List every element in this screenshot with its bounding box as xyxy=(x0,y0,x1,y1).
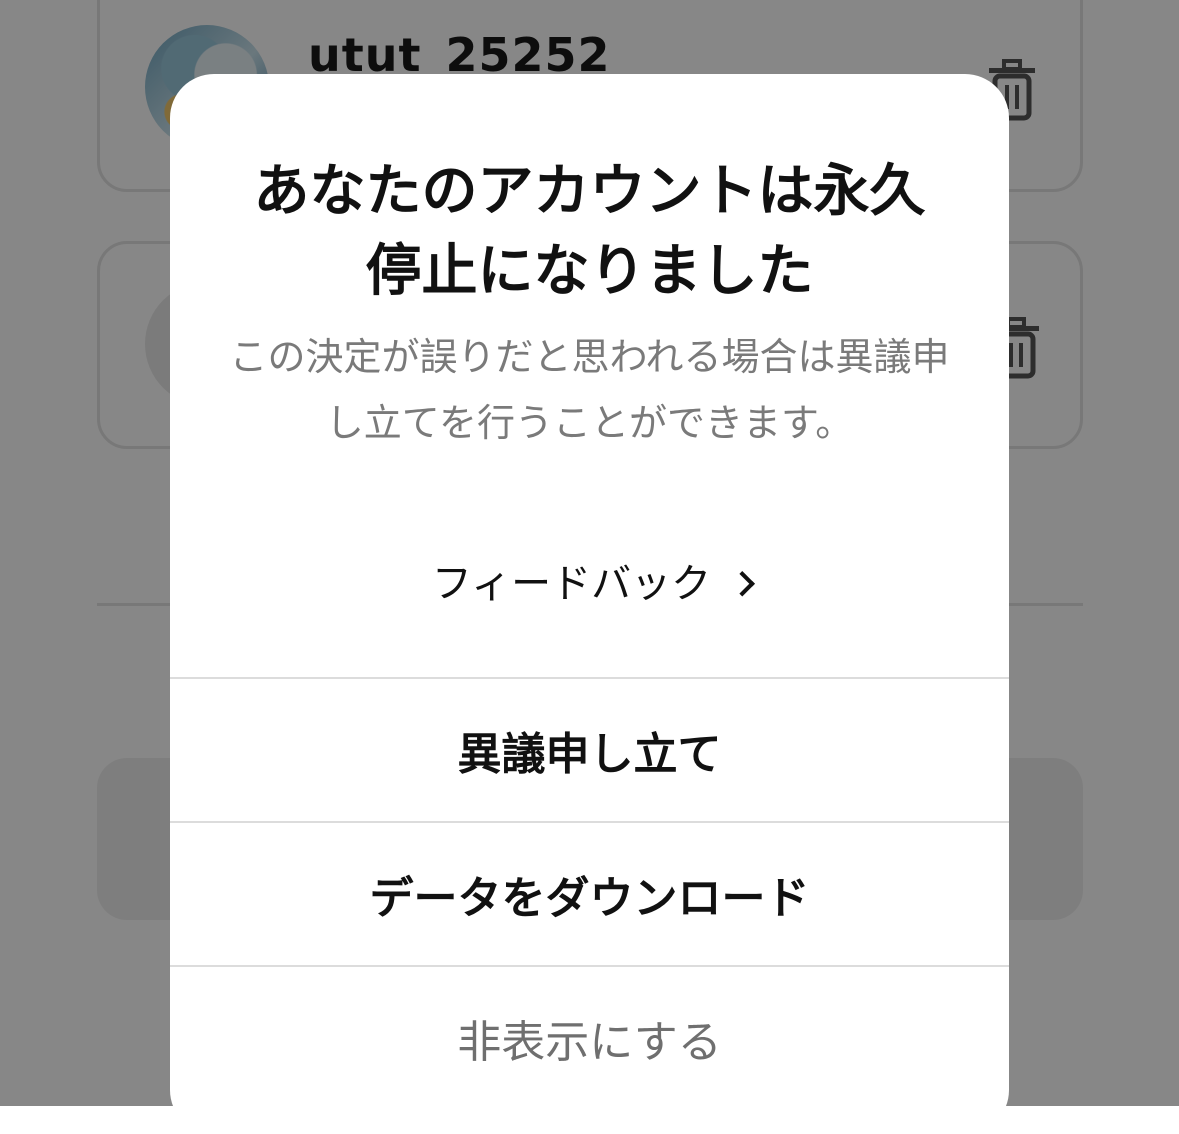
chevron-right-icon xyxy=(729,571,756,597)
dialog-message: この決定が誤りだと思われる場合は異議申し立てを行うことができます。 xyxy=(229,335,950,445)
download-data-button[interactable]: データをダウンロード xyxy=(170,821,1009,964)
hide-button[interactable]: 非表示にする xyxy=(170,965,1009,1108)
appeal-button[interactable]: 異議申し立て xyxy=(170,677,1009,820)
suspension-dialog: あなたのアカウントは永久停止になりました この決定が誤りだと思われる場合は異議申… xyxy=(170,74,1009,1134)
feedback-label: フィードバック xyxy=(431,561,712,607)
feedback-link[interactable]: フィードバック xyxy=(170,554,1009,614)
dialog-title: あなたのアカウントは永久停止になりました xyxy=(253,159,926,304)
